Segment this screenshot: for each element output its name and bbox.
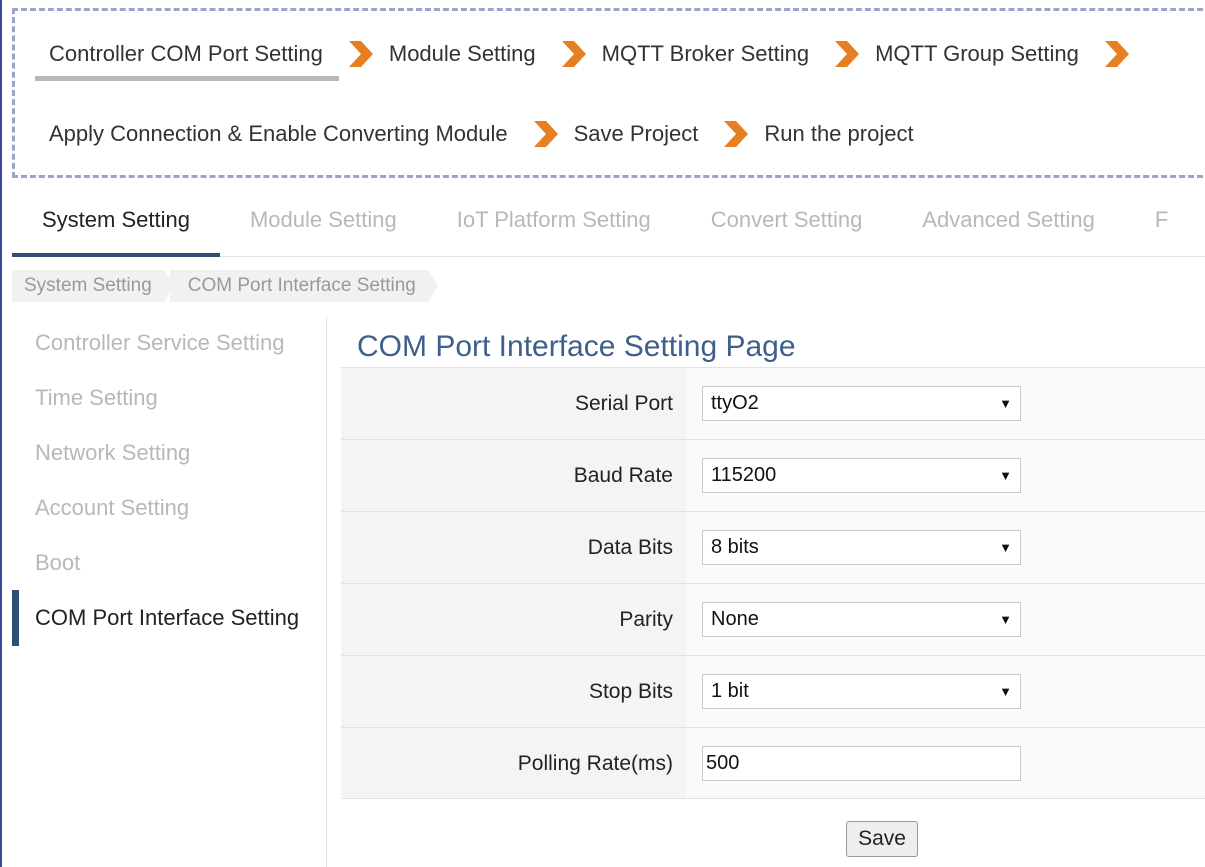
sidebar: Controller Service Setting Time Setting …: [12, 317, 327, 867]
parity-label: Parity: [619, 608, 673, 631]
wizard-step-module-setting[interactable]: Module Setting: [389, 41, 536, 67]
dropdown-arrow-icon: ▼: [999, 684, 1012, 699]
tab-advanced-setting[interactable]: Advanced Setting: [892, 195, 1124, 257]
save-button[interactable]: Save: [846, 821, 918, 857]
tab-system-setting[interactable]: System Setting: [12, 195, 220, 257]
wizard-step-mqtt-group[interactable]: MQTT Group Setting: [875, 41, 1079, 67]
stop-bits-select[interactable]: 1 bit ▼: [702, 674, 1021, 709]
dropdown-arrow-icon: ▼: [999, 396, 1012, 411]
wizard-step-mqtt-broker[interactable]: MQTT Broker Setting: [602, 41, 809, 67]
form-row-polling-rate: Polling Rate(ms) 500: [341, 727, 1205, 799]
serial-port-select[interactable]: ttyO2 ▼: [702, 386, 1021, 421]
dropdown-arrow-icon: ▼: [999, 468, 1012, 483]
polling-rate-label: Polling Rate(ms): [517, 752, 673, 775]
sidebar-item-boot[interactable]: Boot: [12, 543, 326, 583]
stop-bits-label: Stop Bits: [588, 680, 673, 703]
form-row-baud-rate: Baud Rate 115200 ▼: [341, 439, 1205, 511]
parity-select[interactable]: None ▼: [702, 602, 1021, 637]
tab-truncated[interactable]: F: [1125, 195, 1198, 257]
tab-module-setting[interactable]: Module Setting: [220, 195, 427, 257]
dropdown-arrow-icon: ▼: [999, 612, 1012, 627]
dropdown-arrow-icon: ▼: [999, 540, 1012, 555]
wizard-steps: Controller COM Port Setting Module Setti…: [12, 8, 1205, 178]
serial-port-value: ttyO2: [711, 392, 759, 414]
breadcrumb-com-port-interface: COM Port Interface Setting: [169, 270, 438, 302]
tab-iot-platform-setting[interactable]: IoT Platform Setting: [427, 195, 681, 257]
tab-convert-setting[interactable]: Convert Setting: [681, 195, 893, 257]
wizard-step-apply-connection[interactable]: Apply Connection & Enable Converting Mod…: [49, 121, 508, 147]
chevron-right-icon: [1101, 39, 1131, 69]
sidebar-item-controller-service[interactable]: Controller Service Setting: [12, 323, 326, 363]
stop-bits-value: 1 bit: [711, 680, 749, 702]
wizard-row-1: Controller COM Port Setting Module Setti…: [35, 39, 1145, 81]
data-bits-label: Data Bits: [587, 536, 673, 559]
serial-port-label: Serial Port: [574, 392, 673, 415]
chevron-right-icon: [831, 39, 861, 69]
chevron-right-icon: [558, 39, 588, 69]
chevron-right-icon: [720, 119, 750, 149]
main-tabs: System Setting Module Setting IoT Platfo…: [12, 195, 1205, 257]
form-row-serial-port: Serial Port ttyO2 ▼: [341, 367, 1205, 439]
baud-rate-value: 115200: [711, 464, 777, 486]
chevron-right-icon: [345, 39, 375, 69]
wizard-step-run-project[interactable]: Run the project: [764, 121, 913, 147]
sidebar-item-network[interactable]: Network Setting: [12, 433, 326, 473]
data-bits-select[interactable]: 8 bits ▼: [702, 530, 1021, 565]
wizard-step-controller-com-port[interactable]: Controller COM Port Setting: [35, 41, 339, 81]
wizard-step-save-project[interactable]: Save Project: [574, 121, 699, 147]
baud-rate-select[interactable]: 115200 ▼: [702, 458, 1021, 493]
page-title: COM Port Interface Setting Page: [357, 330, 796, 363]
breadcrumb-system-setting[interactable]: System Setting: [12, 270, 174, 302]
breadcrumb: System Setting COM Port Interface Settin…: [12, 270, 438, 302]
form-row-data-bits: Data Bits 8 bits ▼: [341, 511, 1205, 583]
data-bits-value: 8 bits: [711, 536, 759, 558]
wizard-row-2: Apply Connection & Enable Converting Mod…: [49, 119, 914, 149]
sidebar-item-com-port-interface[interactable]: COM Port Interface Setting: [12, 590, 326, 646]
form-row-stop-bits: Stop Bits 1 bit ▼: [341, 655, 1205, 727]
sidebar-item-time[interactable]: Time Setting: [12, 378, 326, 418]
parity-value: None: [711, 608, 759, 630]
baud-rate-label: Baud Rate: [573, 464, 673, 487]
sidebar-item-account[interactable]: Account Setting: [12, 488, 326, 528]
com-port-form: Serial Port ttyO2 ▼ Baud Rate 115200 ▼ Dat…: [341, 367, 1205, 799]
polling-rate-input[interactable]: 500: [702, 745, 1021, 781]
form-row-parity: Parity None ▼: [341, 583, 1205, 655]
chevron-right-icon: [530, 119, 560, 149]
